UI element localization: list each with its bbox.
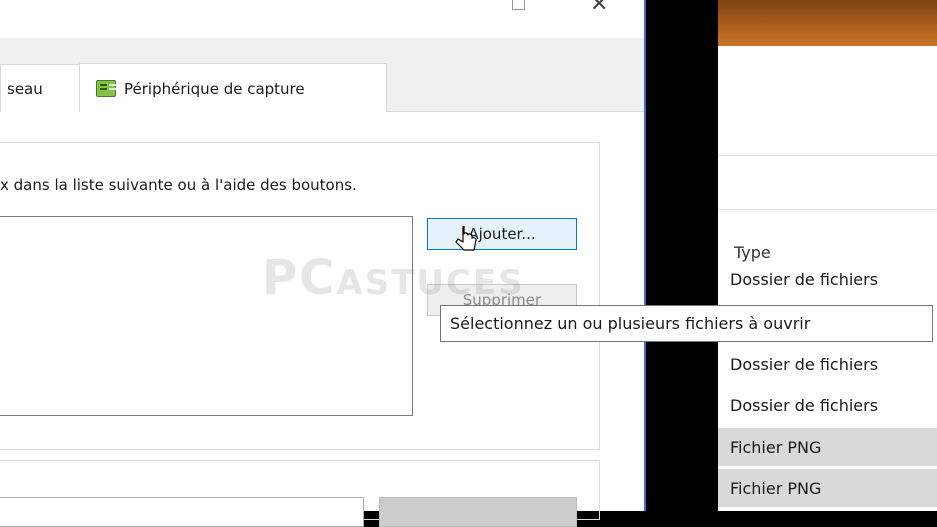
list-item[interactable]: Dossier de fichiers xyxy=(718,345,937,383)
tab-network-label: seau xyxy=(7,79,43,98)
file-list[interactable] xyxy=(0,216,413,416)
maximize-icon[interactable] xyxy=(512,0,525,10)
list-item[interactable]: Dossier de fichiers xyxy=(718,386,937,424)
tab-capture-device[interactable]: Périphérique de capture xyxy=(79,63,387,113)
instruction-text: x dans la liste suivante ou à l'aide des… xyxy=(0,176,357,194)
column-header-type[interactable]: Type xyxy=(734,243,771,262)
list-item-type: Dossier de fichiers xyxy=(730,354,879,374)
capture-device-icon xyxy=(96,80,116,97)
list-item-type: Fichier PNG xyxy=(730,437,822,457)
explorer-divider xyxy=(718,209,937,210)
list-item[interactable]: Fichier PNG xyxy=(718,428,937,466)
title-bar: ✕ xyxy=(0,0,644,38)
tooltip-text: Sélectionnez un ou plusieurs fichiers à … xyxy=(450,314,811,333)
explorer-header-bar xyxy=(718,0,937,46)
watermark-small: ASTUCES xyxy=(336,263,525,303)
mouse-cursor-icon xyxy=(455,226,477,251)
list-item-type: Dossier de fichiers xyxy=(730,395,879,415)
watermark-big: PC xyxy=(262,250,337,306)
tab-network[interactable]: seau xyxy=(0,64,80,112)
file-explorer: Type Dossier de fichiers Dossier de fich… xyxy=(718,0,937,511)
watermark: PCASTUCES xyxy=(262,250,525,306)
add-button[interactable]: Ajouter... xyxy=(427,218,577,250)
tooltip: Sélectionnez un ou plusieurs fichiers à … xyxy=(440,305,933,342)
list-item[interactable]: Fichier PNG xyxy=(718,469,937,507)
lower-button[interactable] xyxy=(379,497,577,527)
list-item-type: Fichier PNG xyxy=(730,478,822,498)
list-item[interactable]: Dossier de fichiers xyxy=(730,272,878,288)
lower-field[interactable] xyxy=(0,497,364,527)
close-icon[interactable]: ✕ xyxy=(590,0,608,16)
tab-capture-device-label: Périphérique de capture xyxy=(124,79,305,98)
explorer-divider xyxy=(718,155,937,156)
